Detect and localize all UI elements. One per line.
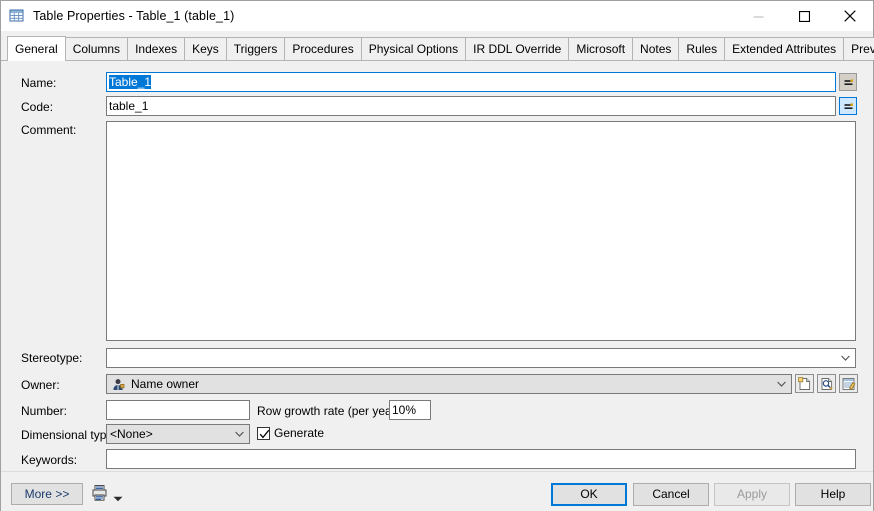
row-growth-rate-label: Row growth rate (per year): xyxy=(257,404,404,418)
tab-rules[interactable]: Rules xyxy=(678,37,726,60)
tab-triggers[interactable]: Triggers xyxy=(225,37,286,60)
tab-ir-ddl-override[interactable]: IR DDL Override xyxy=(465,37,570,60)
owner-properties-icon[interactable] xyxy=(839,374,858,393)
row-growth-rate-input[interactable]: 10% xyxy=(389,400,431,420)
help-button[interactable]: Help xyxy=(795,483,871,506)
browse-owner-icon[interactable] xyxy=(817,374,836,393)
table-properties-dialog: Table Properties - Table_1 (table_1) Gen… xyxy=(0,0,874,511)
tab-extended-attributes[interactable]: Extended Attributes xyxy=(724,37,845,60)
close-icon[interactable] xyxy=(827,1,873,31)
keywords-label: Keywords: xyxy=(21,453,78,467)
tab-physical-options[interactable]: Physical Options xyxy=(360,37,467,60)
comment-label: Comment: xyxy=(21,123,77,137)
generate-label: Generate xyxy=(274,426,325,440)
ok-button[interactable]: OK xyxy=(551,483,627,506)
maximize-icon[interactable] xyxy=(781,1,827,31)
tab-general[interactable]: General xyxy=(7,36,66,61)
owner-chevron-down-icon[interactable] xyxy=(775,375,787,393)
dimensional-type-combobox[interactable]: <None> xyxy=(106,424,250,444)
general-tab-panel: Name: Table_1 Code: table_1 Comment: Ste… xyxy=(1,61,873,471)
chevron-down-icon xyxy=(839,349,851,367)
print-icon[interactable] xyxy=(91,484,109,502)
tab-notes[interactable]: Notes xyxy=(632,37,680,60)
tab-strip: General Columns Indexes Keys Triggers Pr… xyxy=(1,36,874,61)
window-title: Table Properties - Table_1 (table_1) xyxy=(33,9,235,23)
tab-preview[interactable]: Preview xyxy=(843,37,874,60)
name-input[interactable]: Table_1 xyxy=(106,72,836,92)
window-controls xyxy=(735,1,873,31)
cancel-button[interactable]: Cancel xyxy=(633,483,709,506)
code-label: Code: xyxy=(21,100,54,114)
new-owner-icon[interactable] xyxy=(795,374,814,393)
tab-procedures[interactable]: Procedures xyxy=(284,37,362,60)
table-grid-icon xyxy=(9,8,25,24)
keywords-input[interactable] xyxy=(106,449,856,469)
dimensional-type-value: <None> xyxy=(110,427,153,441)
owner-label: Owner: xyxy=(21,378,60,392)
number-input[interactable] xyxy=(106,400,250,420)
owner-combobox[interactable]: Name owner xyxy=(106,374,792,394)
generate-checkbox[interactable]: Generate xyxy=(257,426,324,440)
name-equals-button[interactable] xyxy=(839,73,857,91)
comment-textarea[interactable] xyxy=(106,121,856,341)
dimensional-type-label: Dimensional type: xyxy=(21,428,117,442)
stereotype-combobox[interactable] xyxy=(106,348,856,368)
dimensional-type-chevron-down-icon xyxy=(233,425,245,443)
stereotype-label: Stereotype: xyxy=(21,351,83,365)
user-icon xyxy=(112,378,125,391)
code-equals-button[interactable] xyxy=(839,97,857,115)
apply-button: Apply xyxy=(714,483,790,506)
tab-columns[interactable]: Columns xyxy=(64,37,129,60)
tab-indexes[interactable]: Indexes xyxy=(127,37,186,60)
owner-value: Name owner xyxy=(131,377,200,391)
code-input[interactable]: table_1 xyxy=(106,96,836,116)
minimize-icon[interactable] xyxy=(735,1,781,31)
number-label: Number: xyxy=(21,404,68,418)
tab-keys[interactable]: Keys xyxy=(184,37,227,60)
title-bar[interactable]: Table Properties - Table_1 (table_1) xyxy=(1,1,873,31)
name-input-value: Table_1 xyxy=(109,75,152,89)
tab-microsoft[interactable]: Microsoft xyxy=(568,37,634,60)
print-chevron-down-icon[interactable] xyxy=(113,491,123,502)
name-label: Name: xyxy=(21,76,57,90)
more-button[interactable]: More >> xyxy=(11,483,83,505)
checkbox-box xyxy=(257,426,270,440)
